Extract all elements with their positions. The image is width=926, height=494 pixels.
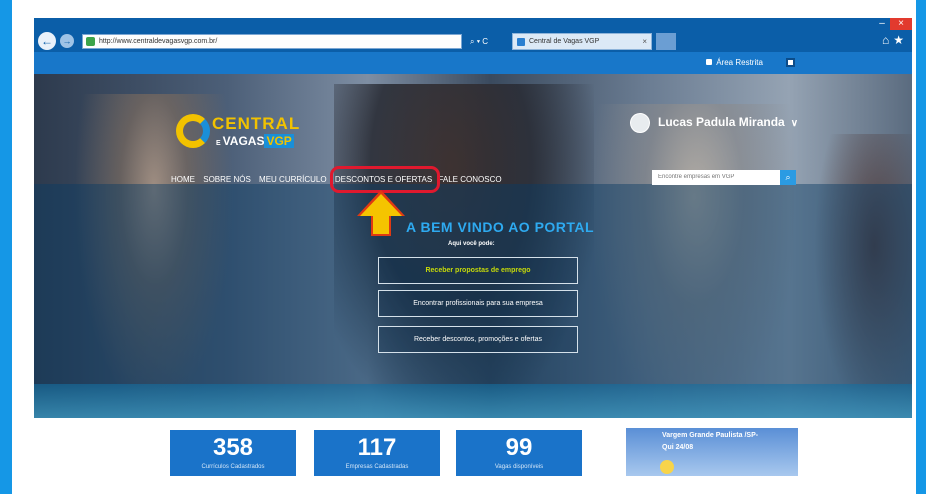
arrow-head xyxy=(360,194,402,216)
logo-ring-icon xyxy=(176,114,210,148)
facebook-icon[interactable] xyxy=(786,58,795,67)
site-topbar: Área Restrita xyxy=(34,52,912,74)
stat-label: Vagas disponíveis xyxy=(494,464,544,470)
menu-item-sobre-nos[interactable]: SOBRE NÓS xyxy=(203,175,251,184)
option-encontrar-profissionais-button[interactable]: Encontrar profissionais para sua empresa xyxy=(378,290,578,317)
logo-vagas-word: VAGAS xyxy=(222,134,265,148)
sun-icon xyxy=(660,460,674,474)
stat-empresas: 117 Empresas Cadastradas xyxy=(314,430,440,476)
address-tools[interactable]: ⌕ ▾ C xyxy=(470,34,488,49)
area-restrita-label: Área Restrita xyxy=(716,58,763,67)
pointer-arrow-icon xyxy=(357,190,405,242)
stat-vagas: 99 Vagas disponíveis xyxy=(456,430,582,476)
user-menu[interactable]: Lucas Padula Miranda ∨ xyxy=(630,110,798,134)
weather-date: Qui 24/08 xyxy=(662,444,694,451)
stat-value: 117 xyxy=(357,434,397,461)
avatar xyxy=(630,112,650,133)
logo-vgp-word: VGP xyxy=(264,134,294,148)
right-blue-border xyxy=(916,0,926,494)
browser-chrome: – × ← → http://www.centraldevagasvgp.com… xyxy=(34,18,912,52)
area-restrita-link[interactable]: Área Restrita xyxy=(706,57,763,69)
stat-value: 99 xyxy=(505,434,533,461)
chevron-down-icon: ∨ xyxy=(790,118,799,129)
close-window-button[interactable]: × xyxy=(890,18,912,30)
left-margin xyxy=(12,0,34,494)
user-name: Lucas Padula Miranda xyxy=(658,115,785,129)
stat-value: 358 xyxy=(212,434,254,461)
browser-tab[interactable]: Central de Vagas VGP × xyxy=(512,33,652,50)
address-bar[interactable]: http://www.centraldevagasvgp.com.br/ xyxy=(82,34,462,49)
tab-close-icon[interactable]: × xyxy=(642,34,647,49)
menu-item-meu-curriculo[interactable]: MEU CURRÍCULO xyxy=(259,175,327,184)
weather-widget: Vargem Grande Paulista /SP- Qui 24/08 xyxy=(626,428,798,476)
url-text: http://www.centraldevagasvgp.com.br/ xyxy=(99,38,218,45)
hero-bottom-band xyxy=(34,384,912,418)
option-receber-propostas-button[interactable]: Receber propostas de emprego xyxy=(378,257,578,284)
logo-e-text: E xyxy=(216,140,221,147)
forward-button[interactable]: → xyxy=(60,34,74,48)
tab-favicon-icon xyxy=(517,38,525,46)
home-favorites-icons[interactable]: ⌂★ xyxy=(882,33,908,47)
hero-section: CENTRAL E VAGAS VGP Lucas Padula Miranda ∨ … xyxy=(34,74,912,418)
tab-title: Central de Vagas VGP xyxy=(529,38,600,45)
highlight-box xyxy=(330,166,440,193)
new-tab-button[interactable] xyxy=(656,33,676,50)
welcome-heading: A BEM VINDO AO PORTAL xyxy=(406,219,595,235)
stat-label: Currículos Cadastrados xyxy=(201,464,265,470)
option-receber-descontos-button[interactable]: Receber descontos, promoções e ofertas xyxy=(378,326,578,353)
weather-city: Vargem Grande Paulista /SP- xyxy=(662,432,759,439)
site-icon xyxy=(86,37,95,46)
menu-item-fale-conosco[interactable]: FALE CONOSCO xyxy=(438,175,501,184)
company-search-input[interactable] xyxy=(652,170,780,185)
left-blue-border xyxy=(0,0,12,494)
browser-window: – × ← → http://www.centraldevagasvgp.com… xyxy=(34,18,912,494)
site-logo[interactable]: CENTRAL E VAGAS VGP xyxy=(176,110,316,158)
stat-label: Empresas Cadastradas xyxy=(345,464,409,470)
back-button[interactable]: ← xyxy=(38,32,56,50)
search-button[interactable]: ⌕ xyxy=(780,170,796,185)
minimize-button[interactable]: – xyxy=(874,18,890,30)
logo-vagas-text: E VAGAS VGP xyxy=(216,134,294,148)
menu-item-home[interactable]: HOME xyxy=(171,175,195,184)
lock-icon xyxy=(706,59,712,65)
screenshot-frame: – × ← → http://www.centraldevagasvgp.com… xyxy=(0,0,926,494)
stat-curriculos: 358 Currículos Cadastrados xyxy=(170,430,296,476)
welcome-subtitle: Aqui você pode: xyxy=(448,241,495,247)
logo-central-text: CENTRAL xyxy=(212,114,301,133)
arrow-stem xyxy=(371,216,391,236)
